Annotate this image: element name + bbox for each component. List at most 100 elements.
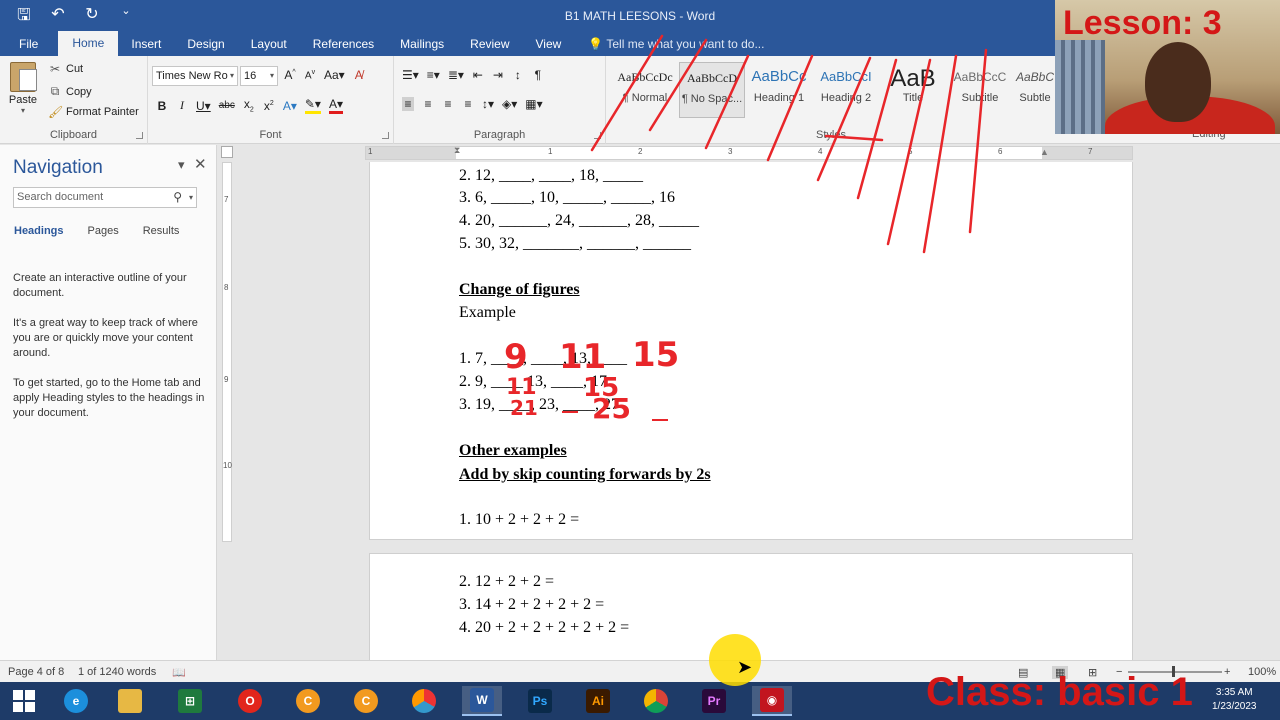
text-effects-icon[interactable]: A▾ (283, 99, 297, 113)
style-heading-2[interactable]: AaBbCcI Heading 2 (813, 62, 879, 118)
ruler-tab-selector[interactable] (221, 146, 233, 158)
tab-file[interactable]: File (0, 32, 59, 56)
font-name-value: Times New Ro (156, 70, 228, 82)
system-clock[interactable]: 3:35 AM 1/23/2023 (1212, 686, 1257, 714)
italic-icon[interactable]: I (176, 98, 188, 113)
search-document-input[interactable]: Search document ⚲ ▾ (13, 187, 197, 208)
proofing-icon[interactable]: 📖 (172, 666, 186, 679)
tab-design[interactable]: Design (174, 32, 237, 56)
document-page[interactable]: 2. 12, ____, ____, 18, _____ 3. 6, _____… (369, 162, 1133, 540)
highlight-icon[interactable]: ✎▾ (304, 97, 321, 114)
underline-icon[interactable]: U▾ (196, 99, 211, 113)
borders-icon[interactable]: ▦▾ (525, 97, 542, 111)
style-subtle[interactable]: AaBbC Subtle (1014, 62, 1056, 118)
zoom-level[interactable]: 100% (1248, 666, 1276, 678)
search-options-icon[interactable]: ▾ (189, 188, 193, 207)
taskbar-ccleaner-2[interactable]: C (346, 686, 386, 716)
pilcrow-icon[interactable]: ¶ (532, 68, 544, 82)
paragraph-list-controls: ☰▾ ≡▾ ≣▾ ⇤ ⇥ ↕ ¶ (402, 68, 544, 82)
tab-layout[interactable]: Layout (238, 32, 300, 56)
shading-icon[interactable]: ◈▾ (502, 97, 517, 111)
close-icon[interactable]: ✕ (194, 155, 207, 173)
increase-indent-icon[interactable]: ⇥ (492, 68, 504, 82)
align-left-icon[interactable]: ≡ (402, 97, 414, 111)
taskbar-browser[interactable] (404, 686, 444, 716)
premiere-icon: Pr (702, 689, 726, 713)
cut-button[interactable]: ✂ Cut (48, 62, 83, 76)
taskbar-chrome[interactable] (636, 686, 676, 716)
indent-marker-icon[interactable]: ⧗ (454, 145, 460, 156)
strikethrough-icon[interactable]: abc (219, 100, 235, 111)
bullets-icon[interactable]: ☰▾ (402, 68, 419, 82)
multilevel-list-icon[interactable]: ≣▾ (448, 68, 464, 82)
paste-button[interactable]: Paste ▾ (8, 62, 38, 115)
page-count[interactable]: Page 4 of 8 (8, 666, 64, 678)
camera-icon: ◉ (760, 688, 784, 712)
word-count[interactable]: 1 of 1240 words (78, 666, 156, 678)
paragraph-align-controls: ≡ ≡ ≡ ≡ ↕▾ ◈▾ ▦▾ (402, 97, 543, 111)
tab-mailings[interactable]: Mailings (387, 32, 457, 56)
taskbar-word[interactable]: W (462, 686, 502, 716)
format-painter-button[interactable]: 🖌 Format Painter (48, 105, 139, 119)
bold-icon[interactable]: B (156, 99, 168, 113)
start-button[interactable] (4, 686, 44, 716)
font-launcher-icon[interactable] (382, 132, 389, 139)
vruler-number: 8 (224, 283, 229, 292)
sort-icon[interactable]: ↕ (512, 68, 524, 82)
copy-button[interactable]: ⧉ Copy (48, 84, 92, 99)
internet-explorer-icon: e (64, 689, 88, 713)
tab-view[interactable]: View (523, 32, 575, 56)
decrease-indent-icon[interactable]: ⇤ (472, 68, 484, 82)
taskbar-ccleaner[interactable]: C (288, 686, 328, 716)
taskbar-excel[interactable]: ⊞ (170, 686, 210, 716)
tab-insert[interactable]: Insert (118, 32, 174, 56)
tab-results[interactable]: Results (143, 225, 180, 237)
search-icon[interactable]: ⚲ (173, 188, 182, 207)
taskbar-premiere[interactable]: Pr (694, 686, 734, 716)
subscript-icon[interactable]: x2 (243, 97, 255, 113)
clipboard-launcher-icon[interactable] (136, 132, 143, 139)
tab-headings[interactable]: Headings (14, 225, 64, 237)
superscript-icon[interactable]: x2 (263, 99, 275, 113)
vertical-ruler[interactable]: 7 8 9 10 (222, 162, 232, 542)
style-heading-1[interactable]: AaBbCc Heading 1 (746, 62, 812, 118)
document-area[interactable]: 2. 12, ____, ____, 18, _____ 3. 6, _____… (234, 162, 1280, 660)
grow-font-icon[interactable]: A^ (284, 68, 296, 82)
change-case-icon[interactable]: Aa▾ (324, 68, 345, 82)
taskbar-recorder[interactable]: ◉ (752, 686, 792, 716)
chevron-down-icon[interactable]: ▾ (178, 157, 185, 173)
tab-references[interactable]: References (300, 32, 387, 56)
taskbar-internet-explorer[interactable]: e (56, 686, 96, 716)
tab-home[interactable]: Home (58, 31, 119, 56)
font-size-box[interactable]: 16 ▾ (240, 66, 278, 86)
style-normal[interactable]: AaBbCcDc ¶ Normal (612, 62, 678, 118)
style-no-spacing-name: ¶ No Spac... (681, 93, 743, 105)
font-name-box[interactable]: Times New Ro ▾ (152, 66, 238, 86)
style-no-spacing[interactable]: AaBbCcD ¶ No Spac... (679, 62, 745, 118)
zoom-in-icon[interactable]: + (1224, 666, 1230, 678)
justify-icon[interactable]: ≡ (462, 97, 474, 111)
style-subtitle[interactable]: AaBbCcC Subtitle (947, 62, 1013, 118)
taskbar-file-explorer[interactable] (110, 686, 150, 716)
tell-me-box[interactable]: 💡 Tell me what you want to do... (574, 32, 778, 56)
align-center-icon[interactable]: ≡ (422, 97, 434, 111)
clipboard-icon (10, 62, 37, 92)
style-title-name: Title (902, 92, 924, 104)
ruler-number: 3 (728, 147, 733, 156)
horizontal-ruler[interactable]: 1 1 2 3 4 5 6 7 ⧗ ▲ (365, 145, 1133, 160)
tab-review[interactable]: Review (457, 32, 522, 56)
taskbar-photoshop[interactable]: Ps (520, 686, 560, 716)
paste-dropdown-icon[interactable]: ▾ (8, 106, 38, 115)
line-spacing-icon[interactable]: ↕▾ (482, 97, 494, 111)
numbering-icon[interactable]: ≡▾ (427, 68, 440, 82)
font-color-icon[interactable]: A▾ (328, 97, 343, 114)
taskbar-opera[interactable]: O (230, 686, 270, 716)
clear-formatting-icon[interactable]: A̸ (353, 68, 365, 82)
paragraph-launcher-icon[interactable] (594, 132, 601, 139)
right-indent-marker-icon[interactable]: ▲ (1040, 147, 1049, 157)
align-right-icon[interactable]: ≡ (442, 97, 454, 111)
taskbar-illustrator[interactable]: Ai (578, 686, 618, 716)
shrink-font-icon[interactable]: Av (304, 69, 316, 81)
tab-pages[interactable]: Pages (88, 225, 119, 237)
style-title[interactable]: AaB Title (880, 62, 946, 118)
